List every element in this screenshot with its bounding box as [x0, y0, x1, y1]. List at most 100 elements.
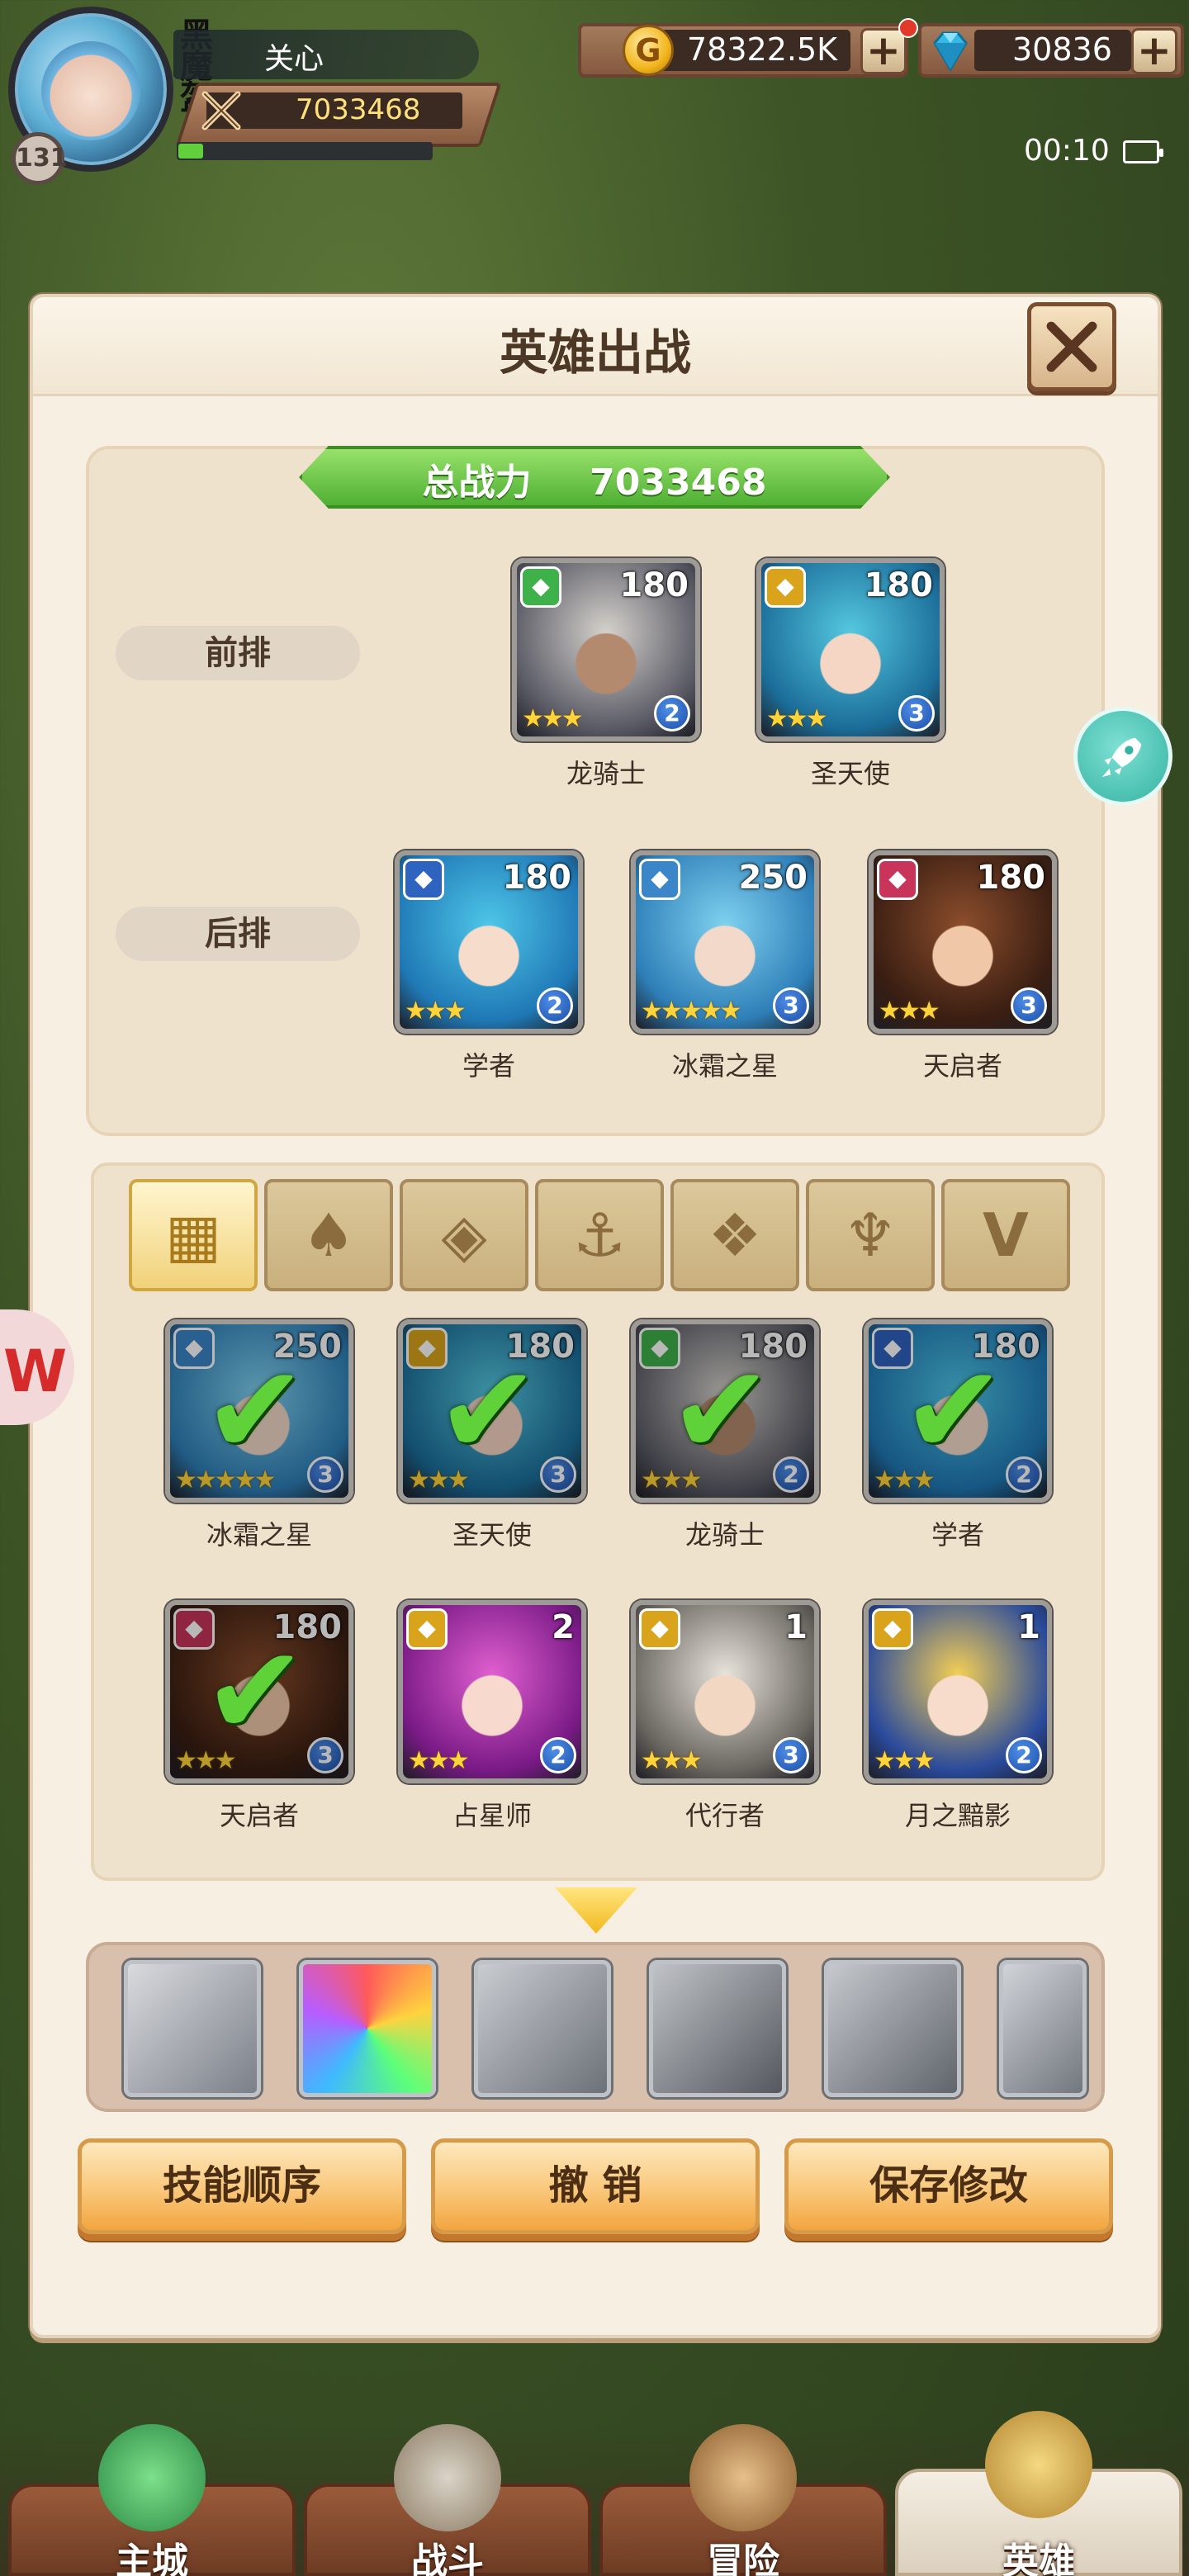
- class-badge-icon: ◆: [872, 1608, 913, 1650]
- hero-card[interactable]: ◆ 180 ★★★ 2 ✔: [864, 1319, 1052, 1503]
- hero-name: 学者: [931, 1519, 984, 1551]
- back-row-label: 后排: [116, 907, 360, 961]
- hero-card[interactable]: ◆ 180 ★★★ 2 ✔: [631, 1319, 819, 1503]
- player-name: 关心: [264, 42, 324, 76]
- shield-skill-icon[interactable]: [474, 1960, 611, 2097]
- event-icon: W: [3, 1338, 68, 1405]
- player-name-bar: [173, 30, 479, 79]
- checkmark-icon: ✔: [902, 1339, 1006, 1483]
- hero-card[interactable]: ◆ 180 ★★★ 2: [395, 850, 583, 1034]
- rocket-icon: [1101, 737, 1142, 778]
- filter-tab-wing-class[interactable]: V: [941, 1179, 1070, 1291]
- filter-tab-leaf-class[interactable]: ♠: [264, 1179, 393, 1291]
- undo-button[interactable]: 撤 销: [431, 2138, 760, 2234]
- hero-rank-badge: 3: [773, 1737, 809, 1773]
- hero-stars: ★★★: [879, 997, 940, 1025]
- dragon-class-icon: ❖: [708, 1200, 762, 1270]
- diamond-gem-icon: [933, 31, 968, 72]
- quick-deploy-button[interactable]: [1073, 707, 1172, 806]
- close-button[interactable]: [1027, 302, 1116, 391]
- hero-card[interactable]: ◆ 250 ★★★★★ 3: [631, 850, 819, 1034]
- nav-label: 冒险: [707, 2540, 779, 2576]
- swirl-skill-icon[interactable]: [999, 1960, 1087, 2097]
- skill-order-button[interactable]: 技能顺序: [78, 2138, 406, 2234]
- exp-bar: [177, 142, 433, 160]
- wing-class-icon: V: [983, 1200, 1029, 1270]
- total-power-value: 7033468: [590, 462, 767, 504]
- class-badge-icon: ◆: [639, 1608, 680, 1650]
- close-icon: [1046, 321, 1097, 372]
- hero-card[interactable]: ◆ 250 ★★★★★ 3 ✔: [165, 1319, 353, 1503]
- swords-nav-icon: [394, 2424, 501, 2531]
- hero-level: 180: [864, 566, 934, 604]
- class-badge-icon: ◆: [403, 859, 444, 900]
- hero-stars: ★★★: [874, 1746, 936, 1775]
- hero-card[interactable]: ◆ 180 ★★★ 2: [512, 558, 700, 741]
- hero-level: 250: [738, 859, 808, 897]
- hero-name: 冰霜之星: [671, 1050, 778, 1082]
- hero-card[interactable]: ◆ 180 ★★★ 3: [756, 558, 945, 741]
- gem-amount: 30836: [1012, 31, 1112, 68]
- diamond-class-icon: ◈: [441, 1200, 487, 1270]
- prism-skill-icon[interactable]: [299, 1960, 436, 2097]
- hero-name: 龙骑士: [566, 758, 646, 789]
- exp-bar-fill: [178, 144, 203, 159]
- checkmark-icon: ✔: [203, 1339, 307, 1483]
- wing-skill-icon[interactable]: [124, 1960, 261, 2097]
- horn-class-icon: ♆: [843, 1200, 898, 1270]
- nav-label: 主城: [116, 2540, 188, 2576]
- hero-rank-badge: 2: [540, 1737, 576, 1773]
- hero-name: 天启者: [922, 1050, 1002, 1082]
- hero-rank-badge: 3: [1011, 987, 1047, 1024]
- gold-coin-icon: G: [623, 25, 674, 76]
- hero-card[interactable]: ◆ 180 ★★★ 3 ✔: [398, 1319, 586, 1503]
- hero-level: 180: [502, 859, 572, 897]
- hero-card[interactable]: ◆ 1 ★★★ 2: [864, 1600, 1052, 1783]
- hero-stars: ★★★: [522, 704, 584, 733]
- gold-amount: 78322.5K: [687, 31, 838, 68]
- add-gold-button[interactable]: +: [860, 28, 907, 74]
- add-gems-button[interactable]: +: [1131, 28, 1177, 74]
- hero-rank-badge: 3: [773, 987, 809, 1024]
- hero-stars: ★★★: [405, 997, 467, 1025]
- nav-label: 战斗: [411, 2540, 484, 2576]
- hero-name: 代行者: [685, 1800, 765, 1831]
- filter-tab-dragon-class[interactable]: ❖: [670, 1179, 799, 1291]
- hero-card[interactable]: ◆ 180 ★★★ 3: [869, 850, 1057, 1034]
- filter-tab-horn-class[interactable]: ♆: [806, 1179, 935, 1291]
- hero-nav-icon: [985, 2411, 1092, 2518]
- hero-name: 占星师: [452, 1800, 532, 1831]
- hero-card[interactable]: ◆ 1 ★★★ 3: [631, 1600, 819, 1783]
- total-power-text: 总战力 7033468: [299, 452, 890, 505]
- save-changes-button[interactable]: 保存修改: [784, 2138, 1113, 2234]
- clock-time: 00:10: [1024, 134, 1110, 168]
- class-badge-icon: ◆: [406, 1608, 448, 1650]
- hero-name: 圣天使: [452, 1519, 532, 1551]
- hero-rank-badge: 2: [1006, 1737, 1042, 1773]
- hero-card[interactable]: ◆ 2 ★★★ 2: [398, 1600, 586, 1783]
- crest-skill-icon[interactable]: [824, 1960, 961, 2097]
- hero-rank-badge: 2: [537, 987, 573, 1024]
- filter-tab-anchor-class[interactable]: ⚓: [535, 1179, 664, 1291]
- hero-card[interactable]: ◆ 180 ★★★ 3 ✔: [165, 1600, 353, 1783]
- total-power-label: 总战力: [422, 462, 532, 504]
- checkmark-icon: ✔: [436, 1339, 540, 1483]
- hero-stars: ★★★: [408, 1746, 470, 1775]
- hero-rank-badge: 3: [898, 695, 935, 732]
- hero-rank-badge: 2: [654, 695, 690, 732]
- class-badge-icon: ◆: [639, 859, 680, 900]
- player-level-badge: 131: [12, 132, 68, 185]
- checkmark-icon: ✔: [203, 1620, 307, 1764]
- strike-skill-icon[interactable]: [649, 1960, 786, 2097]
- hero-name: 月之黯影: [904, 1800, 1011, 1831]
- hero-level: 1: [1017, 1608, 1040, 1646]
- hero-level: 180: [619, 566, 689, 604]
- class-badge-icon: ◆: [877, 859, 918, 900]
- leaf-class-icon: ♠: [301, 1200, 356, 1270]
- hero-stars: ★★★★★: [641, 997, 741, 1025]
- hero-stars: ★★★: [641, 1746, 703, 1775]
- filter-tab-diamond-class[interactable]: ◈: [400, 1179, 528, 1291]
- crossed-swords-icon: [201, 91, 241, 130]
- filter-tab-all-grid[interactable]: ▦: [129, 1179, 258, 1291]
- hero-level: 1: [784, 1608, 808, 1646]
